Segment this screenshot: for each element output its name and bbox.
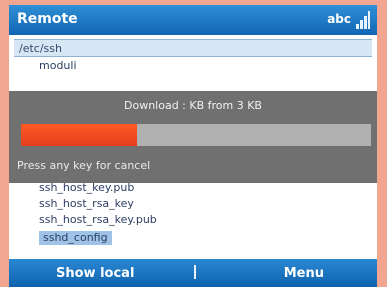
path-bar: /etc/ssh	[14, 39, 372, 57]
file-list-item[interactable]: ssh_host_key.pub	[39, 181, 134, 195]
device-screen: Remote abc /etc/ssh moduli ssh_host_key.…	[9, 5, 377, 287]
title-bar: Remote abc	[9, 5, 377, 35]
file-list-item-selected[interactable]: sshd_config	[39, 231, 112, 245]
download-progress-fill	[21, 124, 137, 146]
app-title: Remote	[17, 11, 78, 27]
softkey-bar: Show local Menu	[9, 259, 377, 287]
signal-icon	[356, 11, 370, 29]
file-list-item[interactable]: moduli	[39, 59, 77, 73]
file-list-item[interactable]: ssh_host_rsa_key	[39, 197, 134, 211]
download-dialog: Download : KB from 3 KB Press any key fo…	[9, 91, 377, 183]
input-mode-indicator: abc	[327, 12, 351, 26]
menu-softkey[interactable]: Menu	[284, 266, 324, 281]
file-list-item[interactable]: ssh_host_rsa_key.pub	[39, 213, 157, 227]
softkey-divider	[194, 265, 196, 279]
download-progress-bar	[21, 124, 371, 146]
download-status: Download : KB from 3 KB	[124, 99, 262, 112]
show-local-softkey[interactable]: Show local	[56, 266, 134, 281]
cancel-hint: Press any key for cancel	[17, 159, 151, 172]
